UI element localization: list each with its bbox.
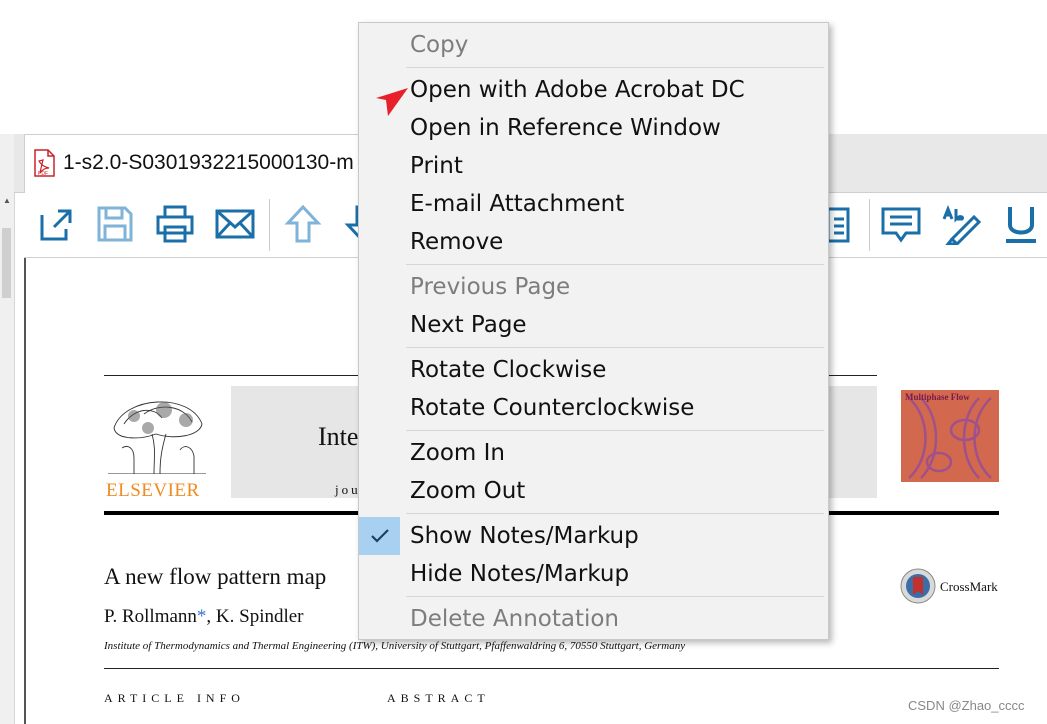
menu-item-open-in-reference-window[interactable]: Open in Reference Window — [359, 109, 828, 147]
menu-separator — [406, 347, 824, 348]
menu-item-label: Previous Page — [410, 274, 571, 300]
journal-title: Inte — [318, 422, 359, 451]
menu-separator — [406, 430, 824, 431]
print-button[interactable] — [154, 203, 196, 245]
export-button[interactable] — [36, 203, 78, 245]
menu-separator — [406, 264, 824, 265]
underline-icon — [1006, 207, 1036, 243]
menu-item-remove[interactable]: Remove — [359, 223, 828, 261]
abstract-heading: ABSTRACT — [387, 691, 490, 705]
crossmark-icon[interactable] — [900, 568, 936, 604]
menu-item-rotate-clockwise[interactable]: Rotate Clockwise — [359, 351, 828, 389]
csdn-watermark: CSDN @Zhao_cccc — [908, 698, 1025, 713]
toolbar-separator — [869, 199, 870, 251]
article-title: A new flow pattern map — [104, 564, 327, 589]
highlight-text-button[interactable] — [940, 203, 982, 247]
menu-item-label: Open in Reference Window — [410, 115, 721, 141]
menu-item-zoom-in[interactable]: Zoom In — [359, 434, 828, 472]
elsevier-wordmark: ELSEVIER — [106, 480, 200, 501]
save-icon — [97, 206, 133, 242]
left-scrollbar-thumb[interactable] — [2, 228, 11, 298]
page-up-icon — [284, 204, 322, 243]
menu-item-label: Next Page — [410, 312, 527, 338]
journal-subtitle: jou — [335, 482, 361, 497]
highlight-text-icon — [942, 204, 982, 247]
article-affiliation: Institute of Thermodynamics and Thermal … — [104, 640, 686, 652]
article-authors: P. Rollmann*, K. Spindler — [104, 606, 304, 628]
email-icon — [215, 209, 255, 239]
cover-title: Multiphase Flow — [905, 392, 970, 402]
menu-item-label: Copy — [410, 32, 469, 58]
email-button[interactable] — [214, 203, 256, 245]
menu-item-label: E-mail Attachment — [410, 191, 625, 217]
crossmark-label: CrossMark — [940, 579, 998, 594]
menu-separator — [406, 67, 824, 68]
menu-item-label: Open with Adobe Acrobat DC — [410, 77, 745, 103]
menu-item-label: Print — [410, 153, 463, 179]
menu-item-previous-page: Previous Page — [359, 268, 828, 306]
menu-item-open-with-adobe-acrobat-dc[interactable]: Open with Adobe Acrobat DC — [359, 71, 828, 109]
elsevier-tree-logo — [108, 401, 206, 474]
article-info-heading: ARTICLE INFO — [104, 691, 245, 705]
menu-item-label: Zoom Out — [410, 478, 526, 504]
export-icon — [40, 209, 72, 241]
menu-item-next-page[interactable]: Next Page — [359, 306, 828, 344]
menu-item-label: Hide Notes/Markup — [410, 561, 630, 587]
menu-item-label: Remove — [410, 229, 504, 255]
menu-item-copy: Copy — [359, 26, 828, 64]
author-name: P. Rollmann — [104, 606, 197, 627]
menu-item-rotate-counterclockwise[interactable]: Rotate Counterclockwise — [359, 389, 828, 427]
red-pointer-arrow-icon — [376, 88, 408, 116]
menu-item-zoom-out[interactable]: Zoom Out — [359, 472, 828, 510]
pdf-tab-title: 1-s2.0-S0301932215000130-m — [63, 151, 354, 174]
menu-item-label: Show Notes/Markup — [410, 523, 639, 549]
menu-item-show-notes-markup[interactable]: Show Notes/Markup — [359, 517, 828, 555]
comment-icon — [881, 207, 921, 243]
menu-item-delete-annotation: Delete Annotation — [359, 600, 828, 638]
section-rule — [104, 668, 999, 669]
page-up-button[interactable] — [282, 203, 324, 245]
menu-item-label: Delete Annotation — [410, 606, 620, 632]
author-name: , K. Spindler — [206, 606, 304, 627]
context-menu: Copy Open with Adobe Acrobat DC Open in Re… — [358, 22, 829, 640]
corresponding-author-mark[interactable]: * — [197, 606, 207, 627]
print-icon — [156, 205, 194, 243]
svg-text:PDF: PDF — [38, 171, 48, 177]
menu-separator — [406, 513, 824, 514]
menu-item-hide-notes-markup[interactable]: Hide Notes/Markup — [359, 555, 828, 593]
menu-item-e-mail-attachment[interactable]: E-mail Attachment — [359, 185, 828, 223]
scroll-up-arrow-icon[interactable]: ▲ — [3, 196, 11, 205]
toolbar-separator — [269, 199, 270, 251]
journal-cover-image: Multiphase Flow — [901, 378, 999, 482]
save-button[interactable] — [94, 203, 136, 245]
pdf-file-icon: PDF — [34, 149, 55, 177]
checkmark-icon — [359, 517, 400, 555]
comment-button[interactable] — [880, 203, 922, 245]
left-panel: ▲ — [0, 134, 15, 724]
menu-separator — [406, 596, 824, 597]
menu-item-label: Rotate Counterclockwise — [410, 395, 695, 421]
menu-item-print[interactable]: Print — [359, 147, 828, 185]
underline-button[interactable] — [1000, 203, 1042, 245]
menu-item-label: Rotate Clockwise — [410, 357, 607, 383]
menu-item-label: Zoom In — [410, 440, 505, 466]
